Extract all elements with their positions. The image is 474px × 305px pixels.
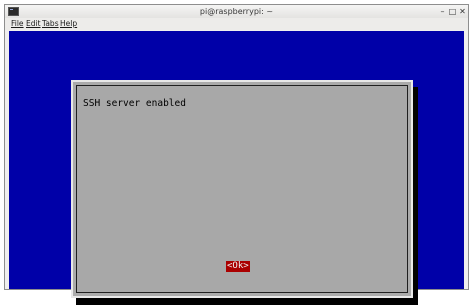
title-bar[interactable]: pi@raspberrypi: ~ – □ ✕: [5, 5, 468, 19]
terminal-window: pi@raspberrypi: ~ – □ ✕ File Edit Tabs H…: [4, 4, 469, 305]
dialog-message: SSH server enabled: [83, 98, 186, 109]
terminal-area[interactable]: SSH server enabled <Ok>: [9, 31, 464, 305]
maximize-icon[interactable]: □: [448, 7, 457, 16]
menu-edit[interactable]: Edit: [26, 18, 41, 30]
ok-button[interactable]: <Ok>: [226, 261, 250, 272]
menu-file[interactable]: File: [11, 18, 24, 30]
minimize-icon[interactable]: –: [438, 7, 447, 16]
menu-bar: File Edit Tabs Help: [5, 18, 468, 30]
dialog-frame: SSH server enabled <Ok>: [76, 85, 408, 293]
close-icon[interactable]: ✕: [458, 7, 467, 16]
menu-tabs[interactable]: Tabs: [42, 18, 59, 30]
message-dialog: SSH server enabled <Ok>: [71, 80, 413, 298]
window-title: pi@raspberrypi: ~: [199, 7, 274, 16]
menu-help[interactable]: Help: [60, 18, 77, 30]
